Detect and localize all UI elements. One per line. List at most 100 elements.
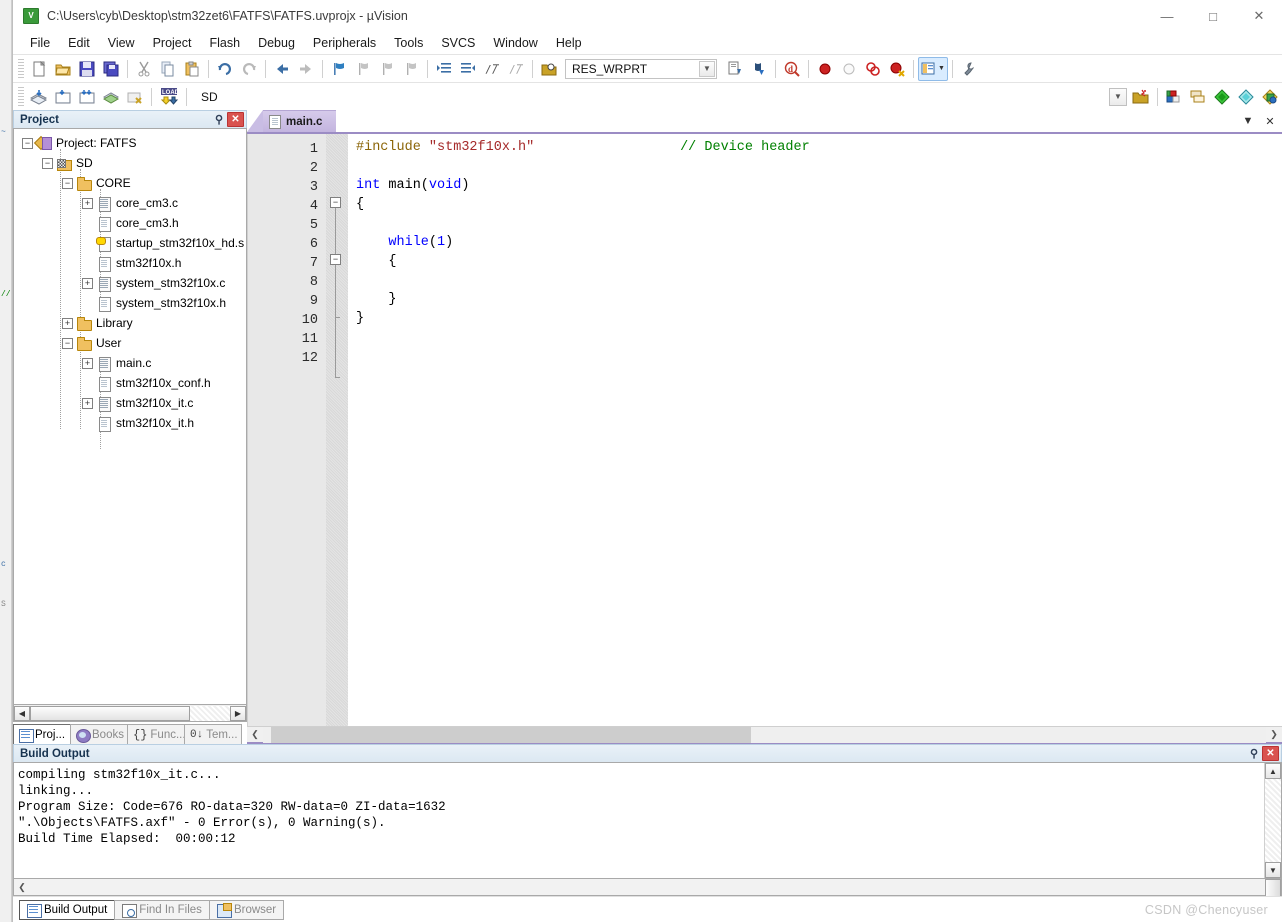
- target-combo-dropdown[interactable]: ▼: [1107, 85, 1129, 109]
- collapse-toggle-icon[interactable]: −: [42, 157, 53, 169]
- find-in-files-icon[interactable]: [537, 57, 561, 81]
- tree-item[interactable]: − CORE: [14, 173, 246, 193]
- code-line[interactable]: [348, 349, 1282, 368]
- code-text-area[interactable]: #include "stm32f10x.h" // Device header …: [348, 134, 1282, 726]
- code-line[interactable]: [348, 273, 1282, 292]
- code-fold-column[interactable]: − −: [326, 134, 348, 726]
- tab-templates[interactable]: 0↓ Tem...: [184, 724, 242, 744]
- collapse-toggle-icon[interactable]: −: [62, 337, 73, 349]
- tree-item[interactable]: stm32f10x_conf.h: [14, 373, 246, 393]
- scroll-track[interactable]: [263, 726, 1266, 743]
- bookmark-clear-icon[interactable]: [399, 57, 423, 81]
- tree-item[interactable]: startup_stm32f10x_hd.s: [14, 233, 246, 253]
- tab-books[interactable]: Books: [70, 724, 128, 744]
- translate-icon[interactable]: [27, 85, 51, 109]
- window-manager-icon[interactable]: ▼: [918, 56, 948, 81]
- close-button[interactable]: ✕: [1236, 0, 1282, 32]
- pin-icon[interactable]: ⚲: [211, 112, 227, 127]
- tab-functions[interactable]: {} Func...: [127, 724, 185, 744]
- tree-item[interactable]: + system_stm32f10x.c: [14, 273, 246, 293]
- undo-icon[interactable]: [213, 57, 237, 81]
- open-file-icon[interactable]: [51, 57, 75, 81]
- status-tab-find-in-files[interactable]: Find In Files: [114, 899, 210, 920]
- chevron-down-icon[interactable]: ▼: [699, 60, 715, 77]
- tree-item[interactable]: + Library: [14, 313, 246, 333]
- scroll-right-button[interactable]: ▶: [230, 705, 246, 721]
- code-line[interactable]: while(1): [348, 235, 1282, 254]
- menu-project[interactable]: Project: [144, 34, 201, 52]
- code-line[interactable]: [348, 216, 1282, 235]
- breakpoint-kill-all-icon[interactable]: [861, 57, 885, 81]
- scroll-down-button[interactable]: ▼: [1265, 862, 1281, 878]
- tree-item[interactable]: system_stm32f10x.h: [14, 293, 246, 313]
- tree-item[interactable]: + core_cm3.c: [14, 193, 246, 213]
- expand-toggle-icon[interactable]: +: [62, 317, 73, 329]
- uncomment-icon[interactable]: //: [504, 57, 528, 81]
- configure-icon[interactable]: [957, 57, 981, 81]
- maximize-button[interactable]: □: [1190, 0, 1236, 32]
- build-output-horizontal-scrollbar[interactable]: ❮ ❯: [13, 879, 1282, 896]
- target-combo[interactable]: SD: [195, 87, 341, 107]
- menu-window[interactable]: Window: [484, 34, 546, 52]
- status-tab-build-output[interactable]: Build Output: [19, 899, 116, 920]
- target-options-icon[interactable]: [1129, 85, 1153, 109]
- code-line[interactable]: {: [348, 254, 1282, 273]
- breakpoint-insert-icon[interactable]: [813, 57, 837, 81]
- batch-build-icon[interactable]: [99, 85, 123, 109]
- expand-toggle-icon[interactable]: +: [82, 197, 93, 209]
- code-line[interactable]: }: [348, 311, 1282, 330]
- indent-left-icon[interactable]: [456, 57, 480, 81]
- scroll-right-button[interactable]: ❯: [1266, 727, 1282, 743]
- scroll-track[interactable]: [30, 705, 230, 721]
- menu-peripherals[interactable]: Peripherals: [304, 34, 385, 52]
- menu-flash[interactable]: Flash: [200, 34, 249, 52]
- expand-toggle-icon[interactable]: +: [82, 277, 93, 289]
- close-icon[interactable]: ✕: [227, 112, 244, 127]
- find-icon[interactable]: [747, 57, 771, 81]
- breakpoint-disable-icon[interactable]: [837, 57, 861, 81]
- scroll-left-button[interactable]: ◀: [14, 705, 30, 721]
- editor-tab-main-c[interactable]: main.c: [263, 110, 337, 132]
- insert-bookmark-icon[interactable]: [723, 57, 747, 81]
- tree-item[interactable]: − User: [14, 333, 246, 353]
- menu-debug[interactable]: Debug: [249, 34, 304, 52]
- paste-icon[interactable]: [180, 57, 204, 81]
- tab-project[interactable]: Proj...: [13, 724, 71, 744]
- tree-item[interactable]: core_cm3.h: [14, 213, 246, 233]
- build-output-vertical-scrollbar[interactable]: ▲ ▼: [1264, 763, 1281, 901]
- manage-components-icon[interactable]: [1162, 85, 1186, 109]
- tree-item[interactable]: − Project: FATFS: [14, 133, 246, 153]
- close-icon[interactable]: ✕: [1262, 746, 1279, 761]
- project-tree[interactable]: − Project: FATFS − SD − CORE + core_cm3.c core_c…: [13, 128, 247, 705]
- download-icon[interactable]: LOAD: [156, 85, 182, 109]
- redo-icon[interactable]: [237, 57, 261, 81]
- navigate-back-icon[interactable]: [270, 57, 294, 81]
- expand-toggle-icon[interactable]: +: [82, 397, 93, 409]
- manage-multi-project-icon[interactable]: [1186, 85, 1210, 109]
- chevron-down-icon[interactable]: ▼: [1238, 111, 1258, 131]
- menu-help[interactable]: Help: [547, 34, 591, 52]
- copy-icon[interactable]: [156, 57, 180, 81]
- menu-edit[interactable]: Edit: [59, 34, 99, 52]
- scroll-up-button[interactable]: ▲: [1265, 763, 1281, 779]
- editor-horizontal-scrollbar[interactable]: ❮ ❯: [247, 726, 1282, 744]
- pin-icon[interactable]: ⚲: [1246, 746, 1262, 761]
- code-line[interactable]: }: [348, 292, 1282, 311]
- collapse-toggle-icon[interactable]: −: [62, 177, 73, 189]
- pack-installer-icon[interactable]: [1210, 85, 1234, 109]
- scroll-left-button[interactable]: ❮: [14, 879, 30, 895]
- manage-runtime-icon[interactable]: [1234, 85, 1258, 109]
- debug-query-icon[interactable]: d: [780, 57, 804, 81]
- code-line[interactable]: #include "stm32f10x.h" // Device header: [348, 140, 1282, 159]
- menu-svcs[interactable]: SVCS: [432, 34, 484, 52]
- code-line[interactable]: int main(void): [348, 178, 1282, 197]
- tree-item[interactable]: stm32f10x_it.h: [14, 413, 246, 433]
- breakpoint-disable-all-icon[interactable]: [885, 57, 909, 81]
- save-icon[interactable]: [75, 57, 99, 81]
- stop-build-icon[interactable]: [123, 85, 147, 109]
- menu-view[interactable]: View: [99, 34, 144, 52]
- toolbar-grip[interactable]: [18, 58, 24, 79]
- expand-toggle-icon[interactable]: +: [82, 357, 93, 369]
- comment-icon[interactable]: //: [480, 57, 504, 81]
- scroll-thumb[interactable]: [271, 726, 751, 743]
